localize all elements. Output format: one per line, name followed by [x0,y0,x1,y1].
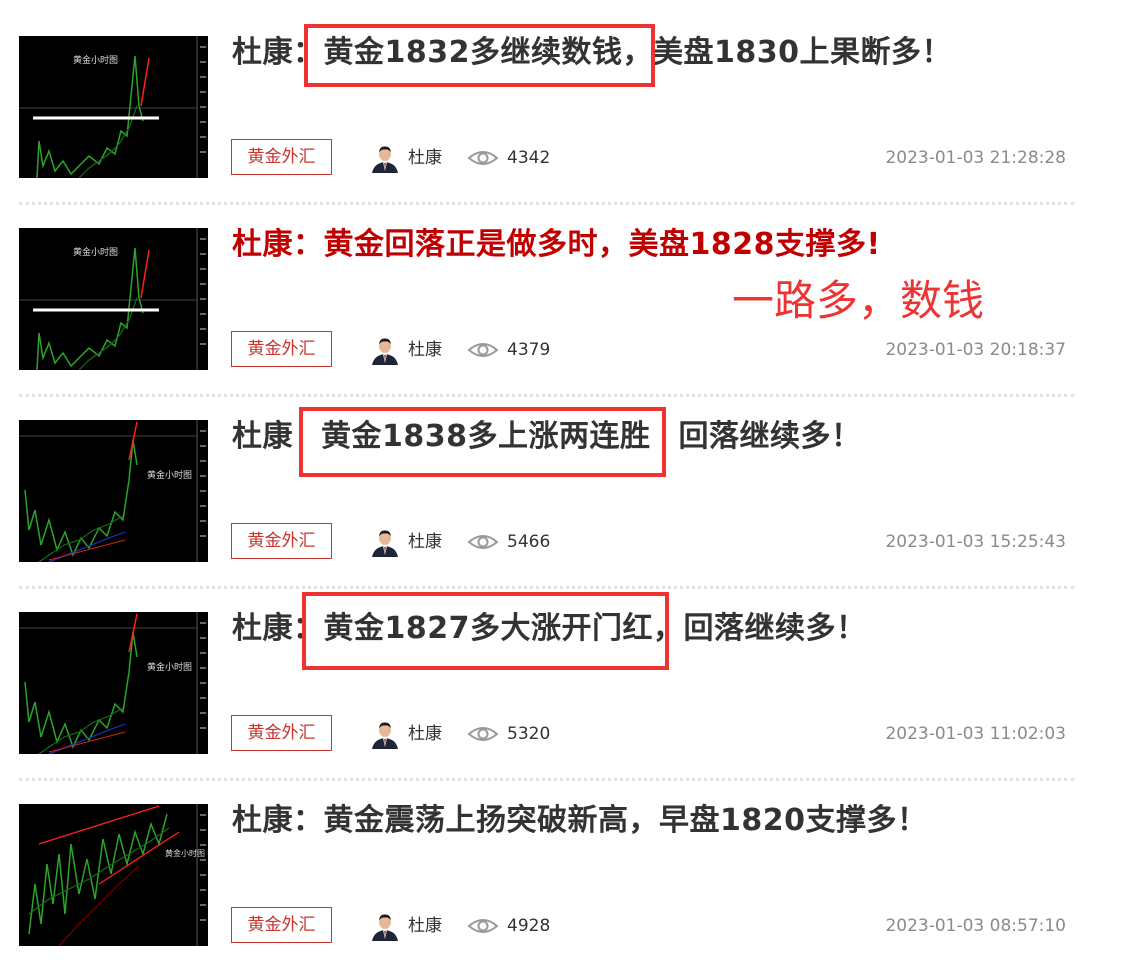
article-thumbnail[interactable]: 黄金小时图 [19,612,208,754]
divider [19,778,1074,781]
publish-date: 2023-01-03 21:28:28 [885,148,1066,168]
view-count: 4379 [507,340,551,360]
eye-icon [467,535,499,549]
author-avatar [370,335,400,365]
author-name[interactable]: 杜康 [408,722,442,746]
article-item-5[interactable]: 黄金小时图 杜康：黄金震荡上扬突破新高，早盘1820支撑多！ 黄金外汇 杜康 4… [0,788,1136,980]
title-suffix: 回落继续多！ [678,419,862,454]
thumb-label: 黄金小时图 [73,54,118,66]
thumb-label: 黄金小时图 [73,246,118,258]
highlight-box [299,407,666,477]
divider [19,586,1074,589]
author-avatar [370,527,400,557]
title-suffix: 回落继续多！ [683,611,867,646]
category-tag[interactable]: 黄金外汇 [231,715,332,751]
category-tag[interactable]: 黄金外汇 [231,331,332,367]
eye-icon [467,343,499,357]
divider [19,394,1074,397]
article-thumbnail[interactable]: 黄金小时图 [19,228,208,370]
article-thumbnail[interactable]: 黄金小时图 [19,804,208,946]
view-count: 4928 [507,916,551,936]
article-item-3[interactable]: 黄金小时图 杜康 黄金1838多上涨两连胜 回落继续多！ 黄金外汇 杜康 5466 … [0,404,1136,596]
category-tag[interactable]: 黄金外汇 [231,907,332,943]
eye-icon [467,727,499,741]
article-thumbnail[interactable]: 黄金小时图 [19,36,208,178]
title-prefix: 杜康 [232,419,293,454]
view-count: 5466 [507,532,551,552]
handwritten-annotation: 一路多，数钱 [732,276,985,325]
highlight-box [304,24,655,87]
eye-icon [467,919,499,933]
author-avatar [370,911,400,941]
article-title[interactable]: 杜康：黄金震荡上扬突破新高，早盘1820支撑多！ [232,803,928,839]
article-title[interactable]: 杜康：黄金回落正是做多时，美盘1828支撑多! [232,227,881,263]
view-count: 5320 [507,724,551,744]
author-name[interactable]: 杜康 [408,914,442,938]
thumb-label: 黄金小时图 [147,661,192,673]
author-name[interactable]: 杜康 [408,338,442,362]
author-avatar [370,143,400,173]
category-tag[interactable]: 黄金外汇 [231,139,332,175]
title-suffix: 美盘1830上果断多！ [653,35,952,70]
divider [19,202,1074,205]
publish-date: 2023-01-03 11:02:03 [885,724,1066,744]
article-item-1[interactable]: 黄金小时图 杜康：黄金1832多继续数钱，美盘1830上果断多！ 黄金外汇 杜康… [0,20,1136,212]
publish-date: 2023-01-03 08:57:10 [885,916,1066,936]
eye-icon [467,151,499,165]
publish-date: 2023-01-03 15:25:43 [885,532,1066,552]
article-item-4[interactable]: 黄金小时图 杜康：黄金1827多大涨开门红，回落继续多！ 黄金外汇 杜康 532… [0,592,1136,788]
article-thumbnail[interactable]: 黄金小时图 [19,420,208,562]
author-name[interactable]: 杜康 [408,530,442,554]
thumb-label: 黄金小时图 [165,848,205,858]
publish-date: 2023-01-03 20:18:37 [885,340,1066,360]
highlight-box [302,592,669,670]
author-avatar [370,719,400,749]
view-count: 4342 [507,148,551,168]
category-tag[interactable]: 黄金外汇 [231,523,332,559]
thumb-label: 黄金小时图 [147,469,192,481]
author-name[interactable]: 杜康 [408,146,442,170]
